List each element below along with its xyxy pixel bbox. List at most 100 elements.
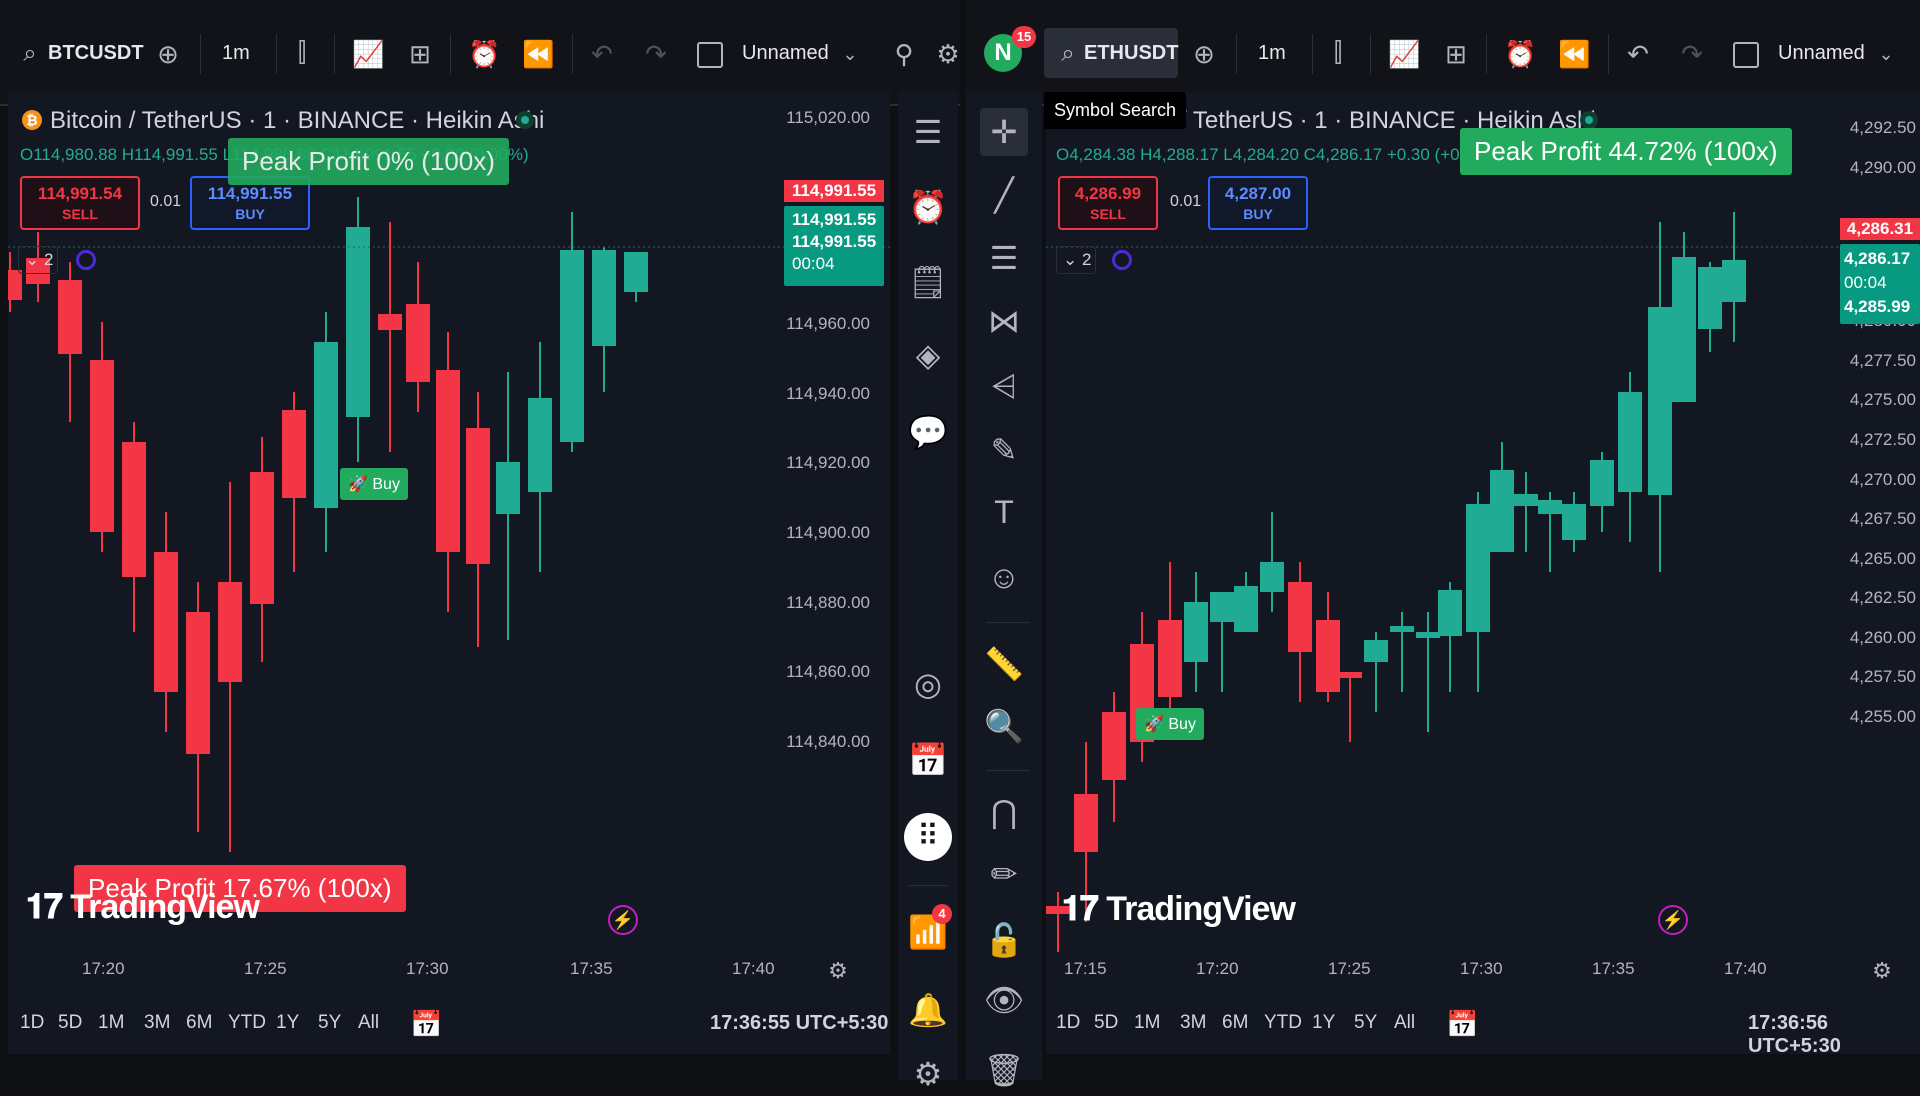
object-tree-icon[interactable]: ◈ <box>906 333 950 377</box>
hide-drawings-icon[interactable]: 👁 <box>982 978 1026 1022</box>
range-button-3m[interactable]: 3M <box>144 1012 170 1034</box>
candle-body <box>1490 470 1514 552</box>
buy-marker-right[interactable]: 🚀 Buy <box>1136 708 1204 740</box>
left-candles <box>8 197 890 852</box>
tradingview-logo-right[interactable]: 𝟏𝟕 TradingView <box>1062 890 1296 929</box>
redo-icon-right[interactable]: ↷ <box>1676 38 1708 70</box>
ruler-icon[interactable]: 📏 <box>982 642 1026 686</box>
buy-marker[interactable]: 🚀 Buy <box>340 468 408 500</box>
alerts-clock-icon[interactable]: ⏰ <box>906 185 950 229</box>
zoom-in-icon[interactable]: 🔍 <box>982 704 1026 748</box>
symbol-search-button[interactable]: BTCUSDT <box>48 42 144 65</box>
buy-button-right[interactable]: 4,287.00 BUY <box>1208 176 1308 230</box>
interval-button[interactable]: 1m <box>222 42 250 65</box>
range-button-6m[interactable]: 6M <box>186 1012 212 1034</box>
alert-icon-right[interactable]: ⏰ <box>1504 38 1536 70</box>
watchlist-icon[interactable]: ☰ <box>906 110 950 154</box>
fib-retracement-icon[interactable]: ☰ <box>982 236 1026 280</box>
patterns-icon[interactable]: ⋈ <box>982 299 1026 343</box>
search-icon[interactable]: ⌕ <box>14 38 46 70</box>
layout-square-icon-right[interactable] <box>1733 42 1759 68</box>
layout-name-button[interactable]: Unnamed <box>742 42 829 65</box>
candle-body <box>8 270 22 300</box>
lightning-icon-right[interactable]: ⚡ <box>1658 905 1688 935</box>
redo-icon[interactable]: ↷ <box>640 38 672 70</box>
settings-icon[interactable]: ⚙ <box>936 38 960 70</box>
range-button-all[interactable]: All <box>358 1012 379 1034</box>
right-time-axis[interactable]: 17:15 17:20 17:25 17:30 17:35 17:40 <box>1046 955 1920 985</box>
magnet-icon[interactable]: ⋂ <box>982 790 1026 834</box>
price-green-2: 114,991.55 <box>792 232 877 251</box>
range-button-all[interactable]: All <box>1394 1012 1415 1034</box>
date-range-icon-right[interactable]: 📅 <box>1446 1008 1478 1040</box>
collapse-indicators-button[interactable]: ⌄ 2 <box>18 246 58 274</box>
clock-display-right[interactable]: 17:36:56 UTC+5:30 <box>1748 1012 1920 1058</box>
range-button-1y[interactable]: 1Y <box>1312 1012 1335 1034</box>
emoji-icon[interactable]: ☺ <box>982 555 1026 599</box>
lightning-icon[interactable]: ⚡ <box>608 905 638 935</box>
candle-type-icon-right[interactable]: ⫿ <box>1322 36 1354 68</box>
layout-square-icon[interactable] <box>697 42 723 68</box>
range-button-ytd[interactable]: YTD <box>228 1012 266 1034</box>
range-button-5y[interactable]: 5Y <box>1354 1012 1377 1034</box>
chevron-down-icon-right[interactable]: ⌄ <box>1870 38 1902 70</box>
right-candles <box>1046 212 1920 952</box>
text-tool-icon[interactable]: T <box>982 490 1026 534</box>
range-button-ytd[interactable]: YTD <box>1264 1012 1302 1034</box>
candle-body <box>314 342 338 508</box>
help-icon[interactable]: ⚙ <box>906 1052 950 1096</box>
apps-grid-button[interactable]: ⠿ <box>904 813 952 861</box>
price-tick: 4,292.50 <box>1849 118 1916 137</box>
collapse-indicators-button-right[interactable]: ⌄ 2 <box>1056 246 1096 274</box>
chevron-down-icon[interactable]: ⌄ <box>834 38 866 70</box>
replay-icon[interactable]: ⏪ <box>522 38 554 70</box>
range-button-1d[interactable]: 1D <box>20 1012 44 1034</box>
tradingview-logo[interactable]: 𝟏𝟕 TradingView <box>26 888 260 927</box>
sell-button-right[interactable]: 4,286.99 SELL <box>1058 176 1158 230</box>
chat-icon[interactable]: 💬 <box>906 410 950 454</box>
sell-button[interactable]: 114,991.54 SELL <box>20 176 140 230</box>
right-chart-pane[interactable] <box>1046 92 1920 992</box>
chart-title[interactable]: Bitcoin / TetherUS · 1 · BINANCE · Heiki… <box>50 107 544 135</box>
data-window-icon[interactable]: 🗒 <box>906 260 950 304</box>
range-button-3m[interactable]: 3M <box>1180 1012 1206 1034</box>
interval-button-right[interactable]: 1m <box>1258 42 1286 65</box>
undo-icon[interactable]: ↶ <box>586 38 618 70</box>
lock-icon[interactable]: 🔓 <box>982 918 1026 962</box>
trash-icon[interactable]: 🗑 <box>982 1048 1026 1092</box>
date-range-icon[interactable]: 📅 <box>410 1008 442 1040</box>
replay-icon-right[interactable]: ⏪ <box>1558 38 1590 70</box>
left-time-axis[interactable]: 17:20 17:25 17:30 17:35 17:40 <box>8 955 890 985</box>
axis-settings-icon[interactable]: ⚙ <box>822 955 854 987</box>
range-button-6m[interactable]: 6M <box>1222 1012 1248 1034</box>
range-button-5d[interactable]: 5D <box>58 1012 82 1034</box>
layout-grid-icon-right[interactable]: ⊞ <box>1440 38 1472 70</box>
calendar-icon[interactable]: 📅 <box>906 738 950 782</box>
layout-name-button-right[interactable]: Unnamed <box>1778 42 1865 65</box>
indicators-icon-right[interactable]: 📈 <box>1388 38 1420 70</box>
axis-settings-icon-right[interactable]: ⚙ <box>1866 955 1898 987</box>
forecasting-icon[interactable]: ⩤ <box>982 364 1026 408</box>
range-button-5d[interactable]: 5D <box>1094 1012 1118 1034</box>
quick-search-icon[interactable]: ⚲ <box>888 38 920 70</box>
alert-icon[interactable]: ⏰ <box>468 38 500 70</box>
trend-line-icon[interactable]: ╱ <box>982 173 1026 217</box>
lock-drawing-icon[interactable]: ✏ <box>982 852 1026 896</box>
tv-logo-text-right: TradingView <box>1106 890 1296 928</box>
target-icon[interactable]: ◎ <box>906 662 950 706</box>
indicators-icon[interactable]: 📈 <box>352 38 384 70</box>
notifications-bell-icon[interactable]: 🔔 <box>906 988 950 1032</box>
layout-grid-icon[interactable]: ⊞ <box>404 38 436 70</box>
candle-type-icon[interactable]: ⫿ <box>286 36 318 68</box>
range-button-1m[interactable]: 1M <box>1134 1012 1160 1034</box>
undo-icon-right[interactable]: ↶ <box>1622 38 1654 70</box>
range-button-1y[interactable]: 1Y <box>276 1012 299 1034</box>
left-chart-pane[interactable] <box>8 92 890 992</box>
range-button-1d[interactable]: 1D <box>1056 1012 1080 1034</box>
compare-add-icon-right[interactable]: ⊕ <box>1188 38 1220 70</box>
clock-display[interactable]: 17:36:55 UTC+5:30 <box>710 1012 888 1035</box>
compare-add-icon[interactable]: ⊕ <box>152 38 184 70</box>
brush-icon[interactable]: ✎ <box>982 428 1026 472</box>
range-button-1m[interactable]: 1M <box>98 1012 124 1034</box>
range-button-5y[interactable]: 5Y <box>318 1012 341 1034</box>
